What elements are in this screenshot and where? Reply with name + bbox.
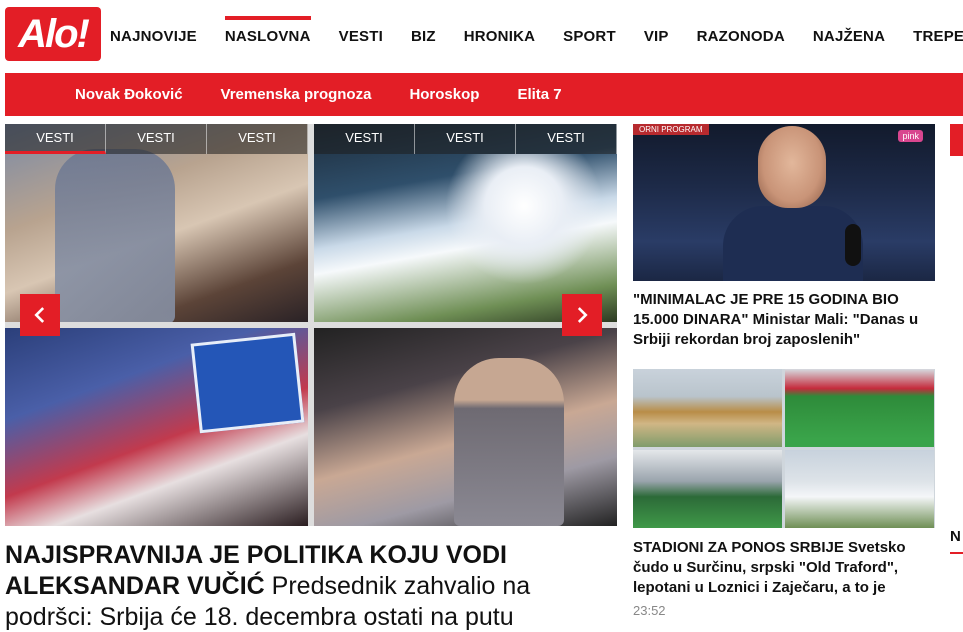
tv-program-label: ORNI PROGRAM [633, 124, 709, 135]
slider-tab[interactable]: VESTI [314, 124, 415, 154]
chevron-right-icon [577, 307, 588, 323]
site-logo[interactable]: Alo! [5, 7, 101, 61]
slider-tabs-left: VESTI VESTI VESTI [5, 124, 308, 154]
nav-item-trepeza[interactable]: TREPEZA [899, 0, 963, 72]
nav-item-naslovna[interactable]: NASLOVNA [211, 0, 325, 72]
slider-tab[interactable]: VESTI [106, 124, 207, 154]
slide-image-speaker[interactable] [314, 328, 617, 526]
main-headline-link[interactable]: NAJISPRAVNIJA JE POLITIKA KOJU VODI ALEK… [5, 540, 617, 632]
stadium-image [785, 450, 934, 528]
card-title-link[interactable]: STADIONI ZA PONOS SRBIJE Svetsko čudo u … [633, 538, 938, 598]
featured-slider[interactable]: VESTI VESTI VESTI VESTI VESTI VESTI [5, 124, 617, 526]
nav-item-najzena[interactable]: NAJŽENA [799, 0, 899, 72]
stadium-image [633, 450, 782, 528]
sub-nav: Novak Đoković Vremenska prognoza Horosko… [5, 73, 963, 116]
slider-tab[interactable]: VESTI [516, 124, 617, 154]
clipped-card-image[interactable] [950, 124, 963, 156]
nav-item-vesti[interactable]: VESTI [325, 0, 397, 72]
slider-tab[interactable]: VESTI [5, 124, 106, 154]
stadium-image [633, 369, 782, 447]
card-title-link[interactable]: "MINIMALAC JE PRE 15 GODINA BIO 15.000 D… [633, 290, 938, 350]
nav-item-najnovije[interactable]: NAJNOVIJE [96, 0, 211, 72]
site-header: Alo! NAJNOVIJE NASLOVNA VESTI BIZ HRONIK… [0, 0, 963, 72]
slide-image-crowd[interactable] [5, 328, 308, 526]
card-image-stadiums[interactable] [633, 369, 935, 528]
clipped-divider [950, 552, 963, 554]
nav-item-vip[interactable]: VIP [630, 0, 683, 72]
image-figure [454, 358, 564, 526]
card-timestamp: 23:52 [633, 603, 666, 618]
microphone-icon [845, 224, 861, 266]
slider-prev-button[interactable] [20, 294, 60, 336]
image-head [758, 126, 826, 208]
main-nav: NAJNOVIJE NASLOVNA VESTI BIZ HRONIKA SPO… [96, 0, 963, 72]
nav-item-razonoda[interactable]: RAZONODA [683, 0, 799, 72]
sub-nav-item-horoscope[interactable]: Horoskop [409, 86, 479, 103]
clipped-card-title[interactable]: N [950, 528, 961, 545]
nav-item-hronika[interactable]: HRONIKA [450, 0, 549, 72]
sub-nav-item-djokovic[interactable]: Novak Đoković [75, 86, 183, 103]
image-fireworks [444, 154, 604, 284]
nav-item-sport[interactable]: SPORT [549, 0, 630, 72]
sub-nav-item-weather[interactable]: Vremenska prognoza [221, 86, 372, 103]
tv-channel-badge: pink [898, 130, 923, 142]
image-figure [55, 149, 175, 322]
logo-text: Alo! [18, 11, 90, 56]
nav-item-biz[interactable]: BIZ [397, 0, 450, 72]
card-image-minister[interactable]: ORNI PROGRAM pink [633, 124, 935, 281]
slider-next-button[interactable] [562, 294, 602, 336]
slider-tabs-right: VESTI VESTI VESTI [314, 124, 617, 154]
chevron-left-icon [34, 307, 45, 323]
slider-tab[interactable]: VESTI [415, 124, 516, 154]
image-torso [723, 206, 863, 281]
stadium-image [785, 369, 934, 447]
image-banner [190, 332, 305, 434]
slider-tab[interactable]: VESTI [207, 124, 308, 154]
sub-nav-item-elita7[interactable]: Elita 7 [517, 86, 561, 103]
image-person [723, 124, 863, 281]
